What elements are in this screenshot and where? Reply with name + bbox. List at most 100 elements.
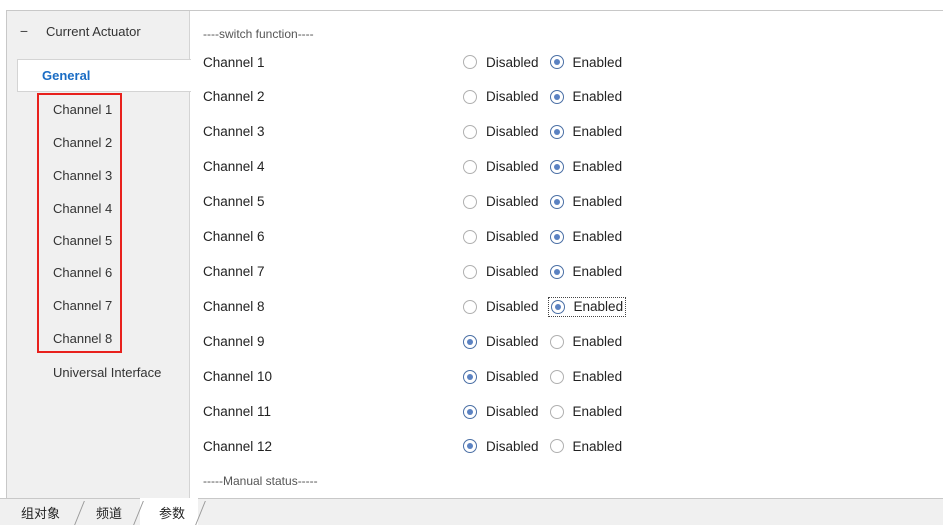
radio-enabled[interactable]: Enabled: [548, 332, 625, 352]
radio-unselected-icon[interactable]: [463, 229, 477, 244]
channel-label: Channel 11: [203, 404, 272, 419]
radio-unselected-icon[interactable]: [463, 89, 477, 104]
sidebar-header[interactable]: − Current Actuator: [7, 11, 189, 51]
radio-enabled[interactable]: Enabled: [548, 87, 625, 107]
radio-unselected-icon[interactable]: [549, 369, 564, 384]
radio-enabled[interactable]: Enabled: [548, 122, 625, 142]
radio-enabled[interactable]: Enabled: [548, 402, 625, 422]
radio-selected-icon[interactable]: [549, 159, 564, 174]
radio-selected-icon[interactable]: [549, 89, 564, 104]
channel-row: Channel 8 Disabled Enabled: [203, 296, 903, 318]
radio-label: Enabled: [573, 299, 624, 315]
radio-disabled[interactable]: Disabled: [461, 87, 541, 107]
radio-disabled[interactable]: Disabled: [461, 52, 541, 72]
radio-enabled[interactable]: Enabled: [548, 52, 625, 72]
radio-disabled[interactable]: Disabled: [461, 297, 541, 317]
radio-selected-icon[interactable]: [463, 404, 477, 419]
radio-label: Disabled: [486, 229, 539, 245]
radio-selected-icon[interactable]: [549, 194, 564, 209]
radio-label: Enabled: [572, 159, 623, 175]
radio-enabled[interactable]: Enabled: [548, 227, 625, 247]
radio-enabled[interactable]: Enabled: [548, 157, 625, 177]
radio-unselected-icon[interactable]: [463, 264, 477, 279]
radio-label: Enabled: [572, 54, 623, 70]
sidebar-item-label: General: [42, 68, 91, 83]
collapse-icon[interactable]: −: [19, 23, 29, 39]
radio-disabled[interactable]: Disabled: [461, 402, 541, 422]
radio-unselected-icon[interactable]: [463, 55, 477, 69]
sidebar-item-channel-1[interactable]: Channel 1: [53, 99, 112, 119]
radio-label: Enabled: [572, 229, 623, 245]
radio-selected-icon[interactable]: [549, 229, 564, 244]
sidebar-item-channel-8[interactable]: Channel 8: [53, 328, 112, 348]
radio-enabled[interactable]: Enabled: [547, 296, 627, 317]
channel-row: Channel 9 Disabled Enabled: [203, 331, 903, 353]
radio-unselected-icon[interactable]: [463, 124, 477, 139]
bottom-tab-bar: 组对象 频道 参数: [0, 498, 943, 525]
radio-disabled[interactable]: Disabled: [461, 262, 541, 282]
radio-unselected-icon[interactable]: [549, 404, 564, 419]
section-switch-function: ----switch function----: [203, 27, 314, 41]
radio-disabled[interactable]: Disabled: [461, 192, 541, 212]
parameter-panel: ----switch function---- Channel 1 Disable…: [190, 11, 943, 498]
radio-label: Enabled: [572, 404, 623, 419]
sidebar-item-channel-2[interactable]: Channel 2: [53, 132, 112, 152]
radio-label: Enabled: [572, 89, 623, 105]
section-manual-status: -----Manual status-----: [203, 474, 318, 488]
radio-disabled[interactable]: Disabled: [461, 157, 541, 177]
radio-selected-icon[interactable]: [549, 264, 564, 279]
radio-unselected-icon[interactable]: [463, 299, 477, 314]
radio-unselected-icon[interactable]: [549, 439, 564, 454]
sidebar-item-channel-7[interactable]: Channel 7: [53, 295, 112, 315]
channel-label: Channel 4: [203, 159, 265, 175]
radio-label: Disabled: [486, 89, 539, 105]
radio-disabled[interactable]: Disabled: [461, 332, 541, 352]
channel-row: Channel 12 Disabled Enabled: [203, 435, 903, 457]
sidebar-item-channel-4[interactable]: Channel 4: [53, 198, 112, 218]
channel-label: Channel 5: [203, 194, 265, 210]
channel-row: Channel 6 Disabled Enabled: [203, 226, 903, 248]
tab-parameters[interactable]: 参数: [159, 499, 185, 525]
channel-label: Channel 8: [203, 299, 265, 315]
sidebar-item-general[interactable]: General: [17, 59, 191, 92]
radio-unselected-icon[interactable]: [463, 194, 477, 209]
radio-label: Enabled: [572, 264, 623, 280]
radio-label: Disabled: [486, 264, 539, 280]
channel-row: Channel 5 Disabled Enabled: [203, 191, 903, 213]
radio-enabled[interactable]: Enabled: [548, 436, 625, 456]
radio-selected-icon[interactable]: [463, 439, 477, 454]
radio-selected-icon[interactable]: [463, 334, 477, 349]
radio-label: Disabled: [486, 159, 539, 175]
radio-unselected-icon[interactable]: [549, 334, 564, 349]
radio-label: Enabled: [572, 438, 623, 454]
sidebar-item-universal-interface[interactable]: Universal Interface: [53, 362, 161, 382]
channel-label: Channel 7: [203, 264, 265, 280]
radio-enabled[interactable]: Enabled: [548, 192, 625, 212]
sidebar-header-label: Current Actuator: [46, 23, 141, 39]
radio-disabled[interactable]: Disabled: [461, 367, 541, 387]
tab-channels[interactable]: 频道: [96, 499, 122, 525]
channel-row: Channel 1 Disabled Enabled: [203, 51, 903, 73]
radio-label: Disabled: [486, 334, 539, 350]
radio-label: Disabled: [486, 299, 539, 315]
radio-selected-icon[interactable]: [549, 124, 564, 139]
radio-unselected-icon[interactable]: [463, 159, 477, 174]
radio-disabled[interactable]: Disabled: [461, 122, 541, 142]
radio-disabled[interactable]: Disabled: [461, 227, 541, 247]
radio-label: Enabled: [572, 194, 623, 210]
radio-enabled[interactable]: Enabled: [548, 262, 625, 282]
channel-label: Channel 6: [203, 229, 265, 245]
sidebar-item-channel-6[interactable]: Channel 6: [53, 262, 112, 282]
radio-selected-icon[interactable]: [550, 299, 565, 314]
radio-selected-icon[interactable]: [463, 369, 477, 384]
sidebar-item-channel-3[interactable]: Channel 3: [53, 165, 112, 185]
radio-label: Disabled: [486, 404, 539, 419]
radio-enabled[interactable]: Enabled: [548, 367, 625, 387]
tab-group-objects[interactable]: 组对象: [21, 499, 60, 525]
radio-disabled[interactable]: Disabled: [461, 436, 541, 456]
radio-label: Enabled: [572, 124, 623, 140]
channel-label: Channel 12: [203, 438, 273, 454]
radio-selected-icon[interactable]: [549, 55, 564, 69]
tab-separator: [74, 501, 85, 525]
sidebar-item-channel-5[interactable]: Channel 5: [53, 230, 112, 250]
